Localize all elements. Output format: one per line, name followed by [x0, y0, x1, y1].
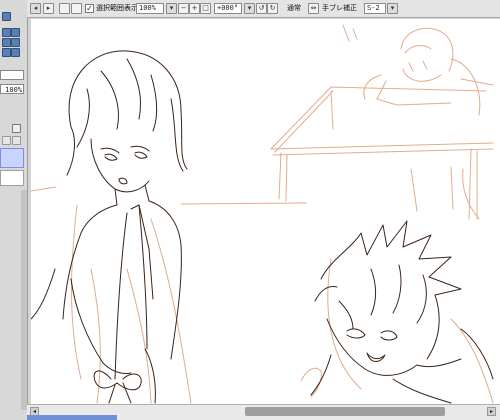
- blend-mode-label[interactable]: 通常: [287, 3, 301, 14]
- layer-item[interactable]: [0, 170, 24, 186]
- rotate-right-button[interactable]: ↻: [267, 3, 278, 14]
- opacity-field[interactable]: 100%: [0, 84, 24, 94]
- scrollbar-thumb[interactable]: [245, 407, 445, 416]
- toolbar: ◂ ▸ ✓ 選択範囲表示 100% ▾ − + □ +000° ▾ ↺ ↻ 通常…: [27, 0, 500, 18]
- blend-mode-field[interactable]: [0, 70, 24, 80]
- stabilizer-label: 手ブレ補正: [322, 4, 357, 12]
- flip-button[interactable]: ⇔: [308, 3, 319, 14]
- selection-visible-checkbox[interactable]: ✓: [85, 4, 94, 13]
- stabilizer-dropdown-icon[interactable]: ▾: [387, 3, 398, 14]
- layer-tool-icon-1[interactable]: [2, 136, 11, 145]
- layer-item-selected[interactable]: [0, 148, 24, 168]
- panel-button-3[interactable]: [11, 28, 20, 37]
- panel-button-2[interactable]: [2, 28, 11, 37]
- selection-visible-label: 選択範囲表示: [96, 4, 138, 12]
- zoom-out-button[interactable]: −: [178, 3, 189, 14]
- zoom-dropdown-icon[interactable]: ▾: [166, 3, 177, 14]
- rotate-left-button[interactable]: ↺: [256, 3, 267, 14]
- artwork: [31, 24, 494, 404]
- scroll-right-icon[interactable]: ▸: [487, 407, 496, 416]
- rotation-field[interactable]: +000°: [214, 3, 242, 14]
- panel-button-1[interactable]: [2, 12, 11, 21]
- layer-scrollbar[interactable]: [21, 190, 27, 410]
- status-bar: [27, 415, 117, 420]
- zoom-in-button[interactable]: +: [189, 3, 200, 14]
- stabilizer-field[interactable]: S-2: [364, 3, 386, 14]
- panel-button-5[interactable]: [11, 38, 20, 47]
- nav-forward-button[interactable]: ▸: [43, 3, 54, 14]
- rotation-dropdown-icon[interactable]: ▾: [244, 3, 255, 14]
- zoom-fit-button[interactable]: □: [200, 3, 211, 14]
- view-button-2[interactable]: [71, 3, 82, 14]
- view-button-1[interactable]: [59, 3, 70, 14]
- panel-button-7[interactable]: [11, 48, 20, 57]
- panel-button-4[interactable]: [2, 38, 11, 47]
- left-tool-panel: 100%: [0, 0, 28, 420]
- nav-back-button[interactable]: ◂: [30, 3, 41, 14]
- panel-button-6[interactable]: [2, 48, 11, 57]
- drawing-canvas[interactable]: [31, 19, 500, 404]
- layer-tool-icon-2[interactable]: [12, 136, 21, 145]
- new-layer-icon[interactable]: [12, 124, 21, 133]
- zoom-field[interactable]: 100%: [136, 3, 164, 14]
